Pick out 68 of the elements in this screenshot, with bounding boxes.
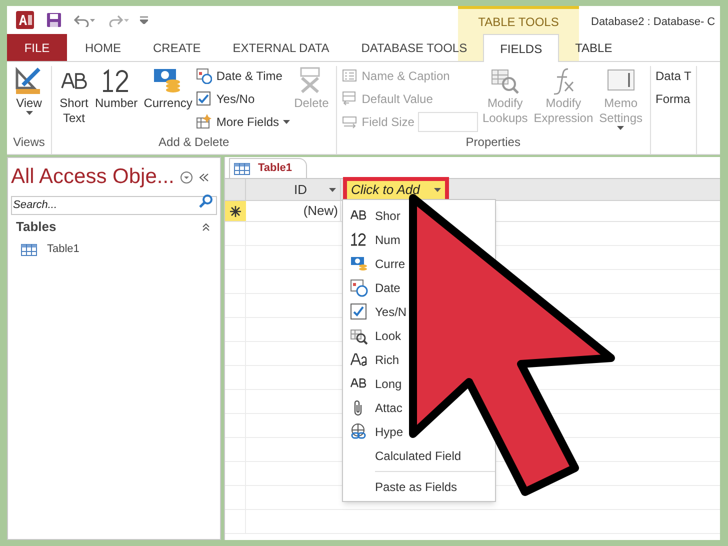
pane-title: All Access Obje... bbox=[11, 164, 174, 190]
section-header: Tables bbox=[16, 218, 56, 236]
field-type-button[interactable]: Short Text bbox=[57, 66, 91, 132]
window-title: Database2 : Database- C bbox=[591, 15, 716, 30]
document-tab[interactable]: Table1 bbox=[229, 158, 308, 178]
menu-item[interactable]: Long bbox=[343, 372, 404, 396]
access-logo-icon bbox=[16, 11, 34, 29]
menu-item[interactable]: Yes/N bbox=[343, 300, 409, 324]
menu-item[interactable]: Hype bbox=[343, 420, 406, 444]
field-type-button[interactable]: Number bbox=[93, 66, 140, 132]
redo-icon bbox=[108, 13, 130, 27]
calendar-clock-icon bbox=[350, 279, 368, 297]
save-icon bbox=[46, 12, 62, 28]
group-label: Views bbox=[12, 134, 46, 150]
group-label: Add & Delete bbox=[158, 134, 230, 150]
table-cell-text: (New) bbox=[303, 202, 338, 220]
menu-item[interactable]: Num bbox=[343, 228, 402, 252]
money-icon bbox=[350, 255, 368, 273]
checkbox-icon bbox=[196, 91, 212, 107]
search-field[interactable]: Search... bbox=[11, 196, 217, 214]
menu-item[interactable]: Rich bbox=[343, 348, 402, 372]
table-icon bbox=[234, 162, 250, 174]
ribbon-button[interactable]: View bbox=[12, 66, 46, 132]
undo-icon bbox=[74, 13, 96, 27]
globe-link-icon bbox=[350, 423, 368, 441]
chevron-up-icon bbox=[202, 222, 210, 231]
caret-icon bbox=[434, 188, 441, 192]
column-header[interactable]: Click to Add bbox=[347, 181, 445, 199]
field-size-input[interactable] bbox=[418, 112, 478, 132]
menu-item[interactable]: Shor bbox=[343, 204, 402, 228]
menu-item[interactable]: Look bbox=[343, 324, 404, 348]
ribbon-tab[interactable]: HOME bbox=[69, 34, 137, 61]
new-record-icon bbox=[230, 206, 241, 216]
ribbon-tab[interactable]: DATABASE TOOLS bbox=[345, 34, 484, 61]
ribbon-button[interactable]: Forma bbox=[656, 89, 692, 109]
navigation-item[interactable]: Table1 bbox=[11, 240, 82, 258]
calendar-clock-icon bbox=[196, 68, 212, 84]
ribbon-tab[interactable]: FILE bbox=[7, 34, 67, 61]
menu-item[interactable]: Calculated Field bbox=[343, 444, 464, 468]
collapse-icon bbox=[199, 172, 210, 182]
menu-item[interactable]: Curre bbox=[343, 252, 408, 276]
dropdown-circle-icon bbox=[180, 170, 194, 184]
checkbox-icon bbox=[350, 303, 368, 321]
font-icon bbox=[350, 351, 368, 369]
ribbon-button[interactable]: Yes/No bbox=[196, 89, 290, 109]
search-icon bbox=[199, 194, 213, 208]
menu-item[interactable]: Date bbox=[343, 276, 402, 300]
ribbon-button[interactable]: Date & Time bbox=[196, 66, 290, 86]
table-arrow-icon bbox=[342, 91, 358, 107]
ribbon-tab[interactable]: FIELDS bbox=[483, 34, 560, 62]
ribbon-tab[interactable]: CREATE bbox=[137, 34, 217, 61]
ribbon-button[interactable]: More Fields bbox=[196, 112, 290, 132]
menu-item[interactable]: Attac bbox=[343, 396, 404, 420]
caret-icon bbox=[329, 188, 336, 192]
customize-icon bbox=[140, 16, 148, 24]
ribbon-button[interactable]: Data T bbox=[656, 66, 692, 86]
list-icon bbox=[342, 68, 358, 84]
menu-item[interactable]: Paste as Fields bbox=[343, 475, 460, 499]
ribbon-tab[interactable]: EXTERNAL DATA bbox=[216, 34, 346, 61]
column-header[interactable]: ID bbox=[246, 179, 341, 200]
field-type-button[interactable]: Currency bbox=[142, 66, 194, 132]
table-icon bbox=[21, 244, 37, 256]
table-sparkle-icon bbox=[196, 114, 212, 130]
group-label: Properties bbox=[464, 134, 522, 150]
table-search-icon bbox=[350, 327, 368, 345]
ribbon-tab[interactable]: TABLE bbox=[559, 34, 628, 61]
field-size-icon bbox=[342, 114, 358, 130]
context-label: TABLE TOOLS bbox=[478, 14, 559, 30]
